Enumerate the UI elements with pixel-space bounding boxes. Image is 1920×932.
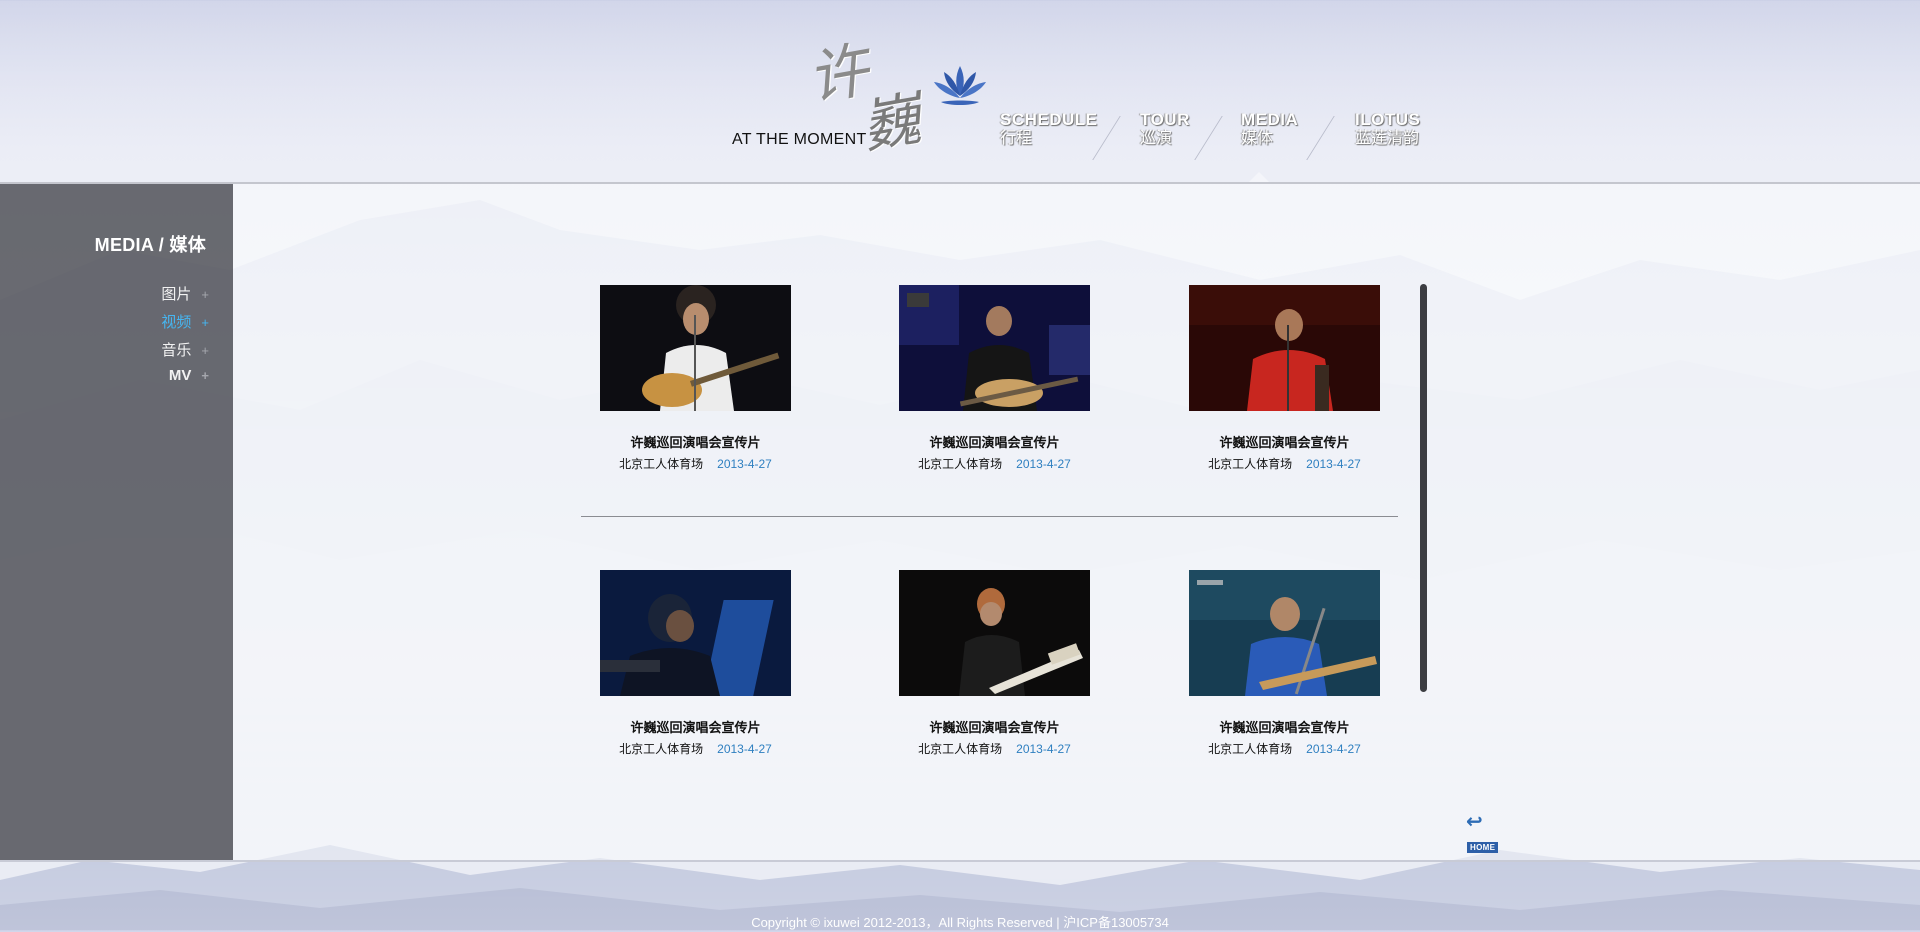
nav-item-schedule[interactable]: SCHEDULE 行程 bbox=[1000, 110, 1098, 148]
video-card[interactable]: 许巍巡回演唱会宣传片 北京工人体育场 2013-4-27 bbox=[1189, 285, 1380, 472]
sidebar-item-label: 视频 bbox=[161, 314, 192, 331]
home-label: HOME bbox=[1467, 842, 1499, 853]
nav-separator bbox=[1194, 116, 1223, 160]
video-date: 2013-4-27 bbox=[1016, 742, 1071, 756]
video-thumbnail[interactable] bbox=[899, 285, 1090, 411]
plus-icon: + bbox=[201, 343, 209, 358]
video-title: 许巍巡回演唱会宣传片 bbox=[630, 436, 761, 451]
nav-label-en: MEDIA bbox=[1241, 110, 1299, 129]
video-date: 2013-4-27 bbox=[717, 457, 772, 471]
nav-item-media[interactable]: MEDIA 媒体 bbox=[1241, 110, 1298, 148]
content-scrollbar[interactable] bbox=[1420, 284, 1427, 692]
video-card[interactable]: 许巍巡回演唱会宣传片 北京工人体育场 2013-4-27 bbox=[899, 285, 1090, 472]
video-venue: 北京工人体育场 bbox=[619, 457, 704, 471]
home-button[interactable]: ↩ HOME bbox=[1466, 812, 1504, 854]
copyright-text: Copyright © ixuwei 2012-2013，All Rights … bbox=[751, 915, 1169, 930]
nav-label-cn: 媒体 bbox=[1241, 130, 1274, 147]
sidebar-item-mv[interactable]: MV + bbox=[169, 367, 209, 384]
video-thumbnail[interactable] bbox=[1189, 570, 1380, 696]
header-divider bbox=[0, 182, 1920, 184]
video-date: 2013-4-27 bbox=[1306, 457, 1361, 471]
video-title: 许巍巡回演唱会宣传片 bbox=[1219, 436, 1350, 451]
return-arrow-icon: ↩ bbox=[1466, 811, 1483, 833]
content-bottom-border bbox=[0, 860, 1920, 862]
video-thumbnail[interactable] bbox=[600, 285, 791, 411]
sidebar-item-music[interactable]: 音乐 + bbox=[161, 339, 209, 360]
plus-icon: + bbox=[201, 287, 209, 302]
video-card[interactable]: 许巍巡回演唱会宣传片 北京工人体育场 2013-4-27 bbox=[600, 570, 791, 757]
row-divider bbox=[581, 516, 1398, 517]
video-meta: 北京工人体育场 2013-4-27 bbox=[600, 740, 791, 757]
video-title: 许巍巡回演唱会宣传片 bbox=[929, 436, 1060, 451]
video-card[interactable]: 许巍巡回演唱会宣传片 北京工人体育场 2013-4-27 bbox=[600, 285, 791, 472]
nav-item-ilotus[interactable]: ILOTUS 蓝莲清韵 bbox=[1355, 110, 1420, 148]
nav-item-tour[interactable]: TOUR 巡演 bbox=[1140, 110, 1190, 148]
video-title: 许巍巡回演唱会宣传片 bbox=[929, 721, 1060, 736]
site-header: AT THE MOMENT 许 巍 SCHEDULE 行程 TOUR 巡演 ME… bbox=[0, 0, 1920, 182]
sidebar-item-videos[interactable]: 视频 + bbox=[161, 311, 209, 332]
video-venue: 北京工人体育场 bbox=[1208, 457, 1293, 471]
video-thumbnail[interactable] bbox=[600, 570, 791, 696]
video-date: 2013-4-27 bbox=[1306, 742, 1361, 756]
video-date: 2013-4-27 bbox=[717, 742, 772, 756]
video-venue: 北京工人体育场 bbox=[619, 742, 704, 756]
sidebar-item-label: 音乐 bbox=[161, 342, 192, 359]
site-footer: Copyright © ixuwei 2012-2013，All Rights … bbox=[0, 912, 1920, 932]
sidebar-title: MEDIA / 媒体 bbox=[94, 235, 206, 255]
logo-calligraphy-second[interactable]: 巍 bbox=[857, 84, 926, 161]
video-thumbnail[interactable] bbox=[899, 570, 1090, 696]
nav-label-en: TOUR bbox=[1140, 110, 1190, 129]
sidebar-item-photos[interactable]: 图片 + bbox=[161, 283, 209, 304]
video-venue: 北京工人体育场 bbox=[918, 457, 1003, 471]
video-meta: 北京工人体育场 2013-4-27 bbox=[600, 455, 791, 472]
video-date: 2013-4-27 bbox=[1016, 457, 1071, 471]
video-meta: 北京工人体育场 2013-4-27 bbox=[1189, 740, 1380, 757]
nav-label-cn: 行程 bbox=[1000, 130, 1033, 147]
video-venue: 北京工人体育场 bbox=[918, 742, 1003, 756]
video-title: 许巍巡回演唱会宣传片 bbox=[630, 721, 761, 736]
plus-icon: + bbox=[201, 315, 209, 330]
video-meta: 北京工人体育场 2013-4-27 bbox=[1189, 455, 1380, 472]
nav-label-cn: 蓝莲清韵 bbox=[1355, 130, 1420, 147]
nav-label-en: ILOTUS bbox=[1355, 110, 1421, 129]
plus-icon: + bbox=[201, 368, 209, 383]
video-thumbnail[interactable] bbox=[1189, 285, 1380, 411]
video-card[interactable]: 许巍巡回演唱会宣传片 北京工人体育场 2013-4-27 bbox=[1189, 570, 1380, 757]
video-venue: 北京工人体育场 bbox=[1208, 742, 1293, 756]
site-tagline: AT THE MOMENT bbox=[732, 131, 867, 148]
nav-label-en: SCHEDULE bbox=[1000, 110, 1098, 129]
nav-label-cn: 巡演 bbox=[1140, 130, 1173, 147]
video-title: 许巍巡回演唱会宣传片 bbox=[1219, 721, 1350, 736]
sidebar: MEDIA / 媒体 图片 + 视频 + 音乐 + MV + bbox=[0, 183, 233, 861]
lotus-logo-icon bbox=[934, 66, 986, 105]
sidebar-item-label: 图片 bbox=[161, 286, 192, 303]
video-meta: 北京工人体育场 2013-4-27 bbox=[899, 455, 1090, 472]
video-meta: 北京工人体育场 2013-4-27 bbox=[899, 740, 1090, 757]
sidebar-item-label: MV bbox=[168, 367, 192, 384]
video-card[interactable]: 许巍巡回演唱会宣传片 北京工人体育场 2013-4-27 bbox=[899, 570, 1090, 757]
nav-separator bbox=[1306, 116, 1335, 160]
